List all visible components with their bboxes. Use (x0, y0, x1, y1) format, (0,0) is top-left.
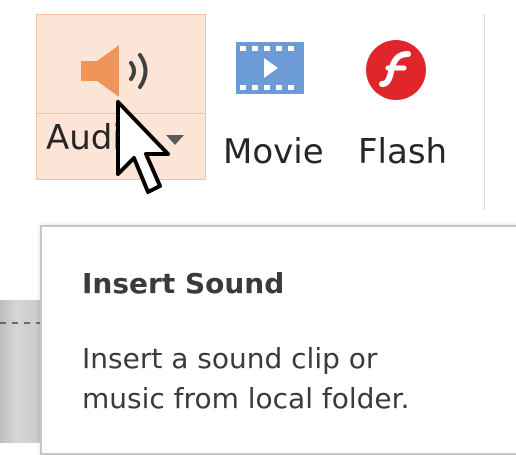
movie-button[interactable]: Movie (212, 14, 332, 180)
tooltip-description-line-1: Insert a sound clip or (82, 342, 378, 375)
flash-icon (366, 40, 426, 100)
movie-filmstrip-icon (236, 42, 304, 94)
flash-button[interactable]: Flash (340, 14, 470, 180)
slide-thumbnail-border (0, 322, 40, 324)
tooltip-title: Insert Sound (82, 267, 285, 300)
ribbon-insert-media-group: Audio Movie Flash (0, 0, 516, 212)
tooltip-description-line-2: music from local folder. (82, 382, 410, 415)
tooltip-insert-sound: Insert Sound Insert a sound clip or musi… (40, 225, 516, 455)
tooltip-description: Insert a sound clip or music from local … (82, 339, 410, 419)
flash-button-label[interactable]: Flash (358, 132, 447, 172)
mouse-pointer-icon (116, 100, 170, 194)
audio-speaker-icon (81, 45, 148, 97)
ribbon-group-separator (484, 14, 485, 210)
movie-button-label[interactable]: Movie (223, 132, 324, 172)
